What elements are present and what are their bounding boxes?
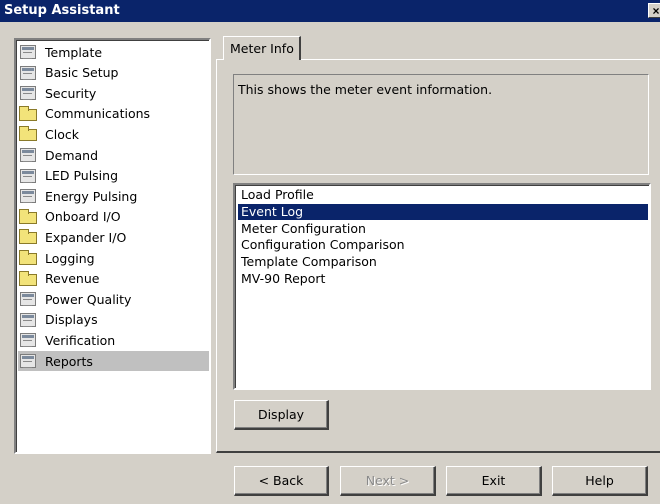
document-icon: [18, 85, 38, 101]
sidebar-item-label: LED Pulsing: [45, 168, 119, 184]
sidebar-item-label: Communications: [45, 106, 151, 122]
sidebar-item-power-quality[interactable]: Power Quality: [18, 289, 209, 309]
folder-icon: [18, 250, 38, 266]
help-button[interactable]: Help: [552, 466, 648, 496]
back-button[interactable]: < Back: [234, 466, 329, 496]
sidebar-item-expander-i-o[interactable]: Expander I/O: [18, 227, 209, 247]
exit-button[interactable]: Exit: [446, 466, 542, 496]
sidebar-item-basic-setup[interactable]: Basic Setup: [18, 63, 209, 83]
setup-steps-tree[interactable]: Template Basic Setup Security Communication…: [14, 38, 211, 454]
sidebar-item-clock[interactable]: Clock: [18, 124, 209, 144]
sidebar-item-label: Security: [45, 85, 97, 101]
sidebar-item-displays[interactable]: Displays: [18, 310, 209, 330]
sidebar-item-label: Energy Pulsing: [45, 188, 138, 204]
document-icon: [18, 44, 38, 60]
sidebar-item-logging[interactable]: Logging: [18, 248, 209, 268]
sidebar-item-label: Template: [45, 44, 103, 60]
sidebar-item-label: Onboard I/O: [45, 209, 121, 225]
window-title: Setup Assistant: [4, 3, 120, 18]
display-button[interactable]: Display: [234, 400, 329, 430]
folder-icon: [18, 126, 38, 142]
document-icon: [18, 147, 38, 163]
sidebar-item-label: Displays: [45, 312, 98, 328]
sidebar-item-label: Revenue: [45, 271, 100, 287]
report-list-item[interactable]: Template Comparison: [238, 254, 648, 270]
title-bar: Setup Assistant ×: [0, 0, 660, 22]
document-icon: [18, 291, 38, 307]
document-icon: [18, 168, 38, 184]
sidebar-item-label: Logging: [45, 250, 95, 266]
sidebar-item-label: Basic Setup: [45, 65, 119, 81]
folder-icon: [18, 270, 38, 287]
sidebar-item-label: Reports: [45, 353, 93, 369]
close-icon: ×: [652, 4, 660, 18]
sidebar-item-label: Expander I/O: [45, 229, 127, 245]
sidebar-item-security[interactable]: Security: [18, 83, 209, 103]
sidebar-item-demand[interactable]: Demand: [18, 145, 209, 165]
document-icon: [18, 353, 38, 369]
sidebar-item-led-pulsing[interactable]: LED Pulsing: [18, 166, 209, 186]
sidebar-item-communications[interactable]: Communications: [18, 104, 209, 124]
sidebar-item-template[interactable]: Template: [18, 42, 209, 62]
report-list-item[interactable]: Configuration Comparison: [238, 237, 648, 253]
folder-icon: [18, 208, 38, 225]
sidebar-item-onboard-i-o[interactable]: Onboard I/O: [18, 207, 209, 227]
folder-icon: [18, 229, 38, 245]
sidebar-item-verification[interactable]: Verification: [18, 330, 209, 350]
sidebar-item-label: Demand: [45, 147, 99, 163]
document-icon: [18, 332, 38, 348]
document-icon: [18, 188, 38, 204]
sidebar-item-revenue[interactable]: Revenue: [18, 269, 209, 289]
document-icon: [18, 312, 38, 328]
close-button[interactable]: ×: [648, 3, 660, 18]
sidebar-item-label: Power Quality: [45, 291, 132, 307]
description-text: This shows the meter event information.: [238, 82, 493, 97]
report-list-item[interactable]: MV-90 Report: [238, 271, 648, 287]
report-list[interactable]: Load Profile Event Log Meter Configuration…: [233, 183, 651, 390]
tab-meter-info[interactable]: Meter Info: [223, 36, 301, 60]
report-list-item[interactable]: Load Profile: [238, 187, 648, 203]
sidebar-item-label: Verification: [45, 332, 116, 348]
sidebar-item-energy-pulsing[interactable]: Energy Pulsing: [18, 186, 209, 206]
folder-icon: [18, 105, 38, 122]
report-list-item[interactable]: Meter Configuration: [238, 221, 648, 237]
description-box: This shows the meter event information.: [233, 74, 649, 175]
document-icon: [18, 65, 38, 81]
next-button[interactable]: Next >: [340, 466, 436, 496]
report-list-item[interactable]: Event Log: [238, 203, 648, 220]
sidebar-item-reports[interactable]: Reports: [18, 351, 209, 371]
sidebar-item-label: Clock: [45, 126, 79, 142]
